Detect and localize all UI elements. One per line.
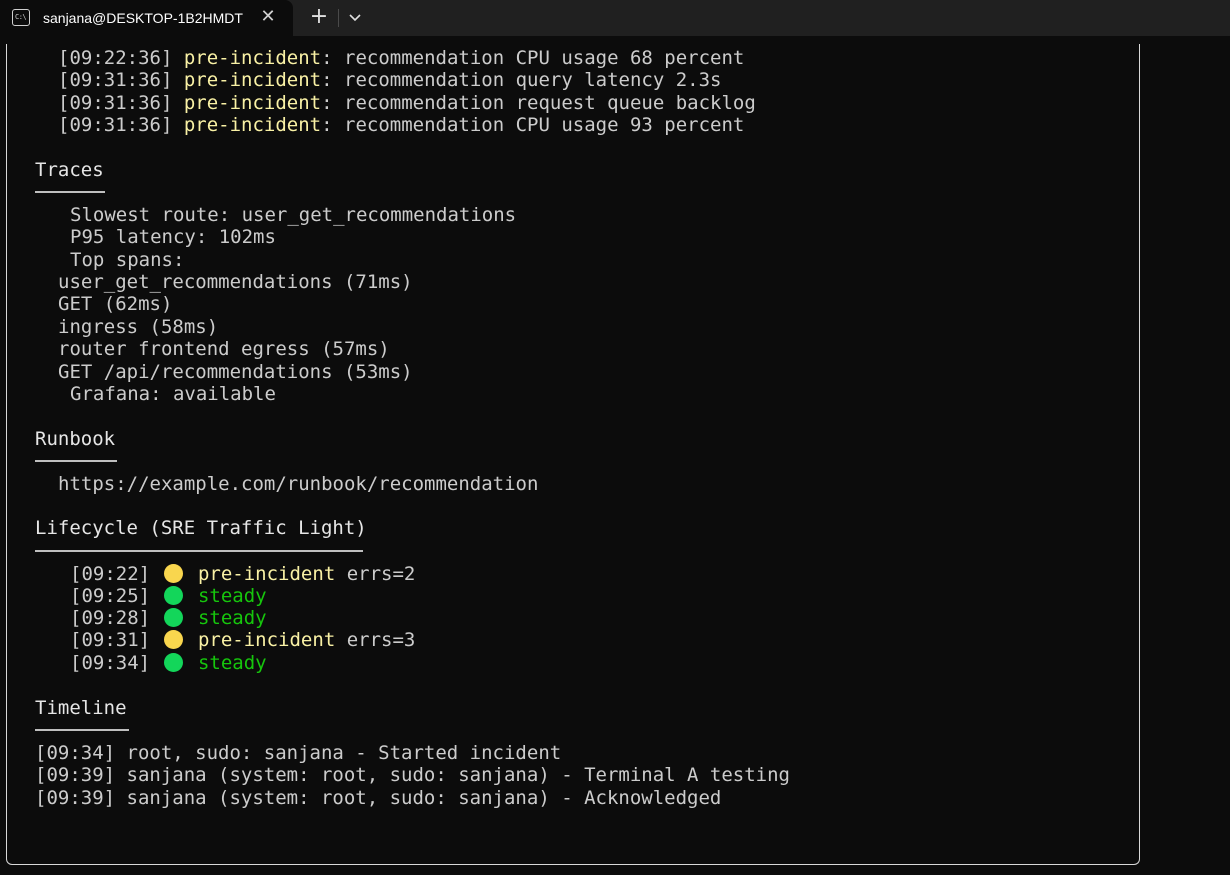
span-item: router frontend egress (57ms)	[58, 338, 390, 360]
lifecycle-entry: [09:25] steady	[70, 585, 267, 607]
grafana-status: Grafana: available	[70, 383, 276, 405]
green-dot-icon	[163, 608, 183, 627]
slowest-route: Slowest route: user_get_recommendations	[70, 204, 517, 226]
tab-title: sanjana@DESKTOP-1B2HMDT	[43, 10, 243, 26]
lifecycle-entry: [09:22] pre-incident errs=2	[70, 563, 416, 585]
log-line: [09:31:36] pre-incident: recommendation …	[58, 114, 745, 136]
timeline-entry: [09:39] sanjana (system: root, sudo: san…	[35, 787, 722, 809]
runbook-underline	[35, 460, 117, 462]
span-item: user_get_recommendations (71ms)	[58, 271, 413, 293]
new-tab-button[interactable]: +	[307, 4, 331, 30]
tab-separator	[338, 9, 339, 27]
timeline-entry: [09:39] sanjana (system: root, sudo: san…	[35, 764, 790, 786]
timeline-underline	[35, 729, 129, 731]
runbook-heading: Runbook	[35, 428, 116, 450]
log-line: [09:31:36] pre-incident: recommendation …	[58, 92, 756, 114]
terminal-tab[interactable]: C:\ sanjana@DESKTOP-1B2HMDT ✕	[0, 0, 293, 36]
lifecycle-heading: Lifecycle (SRE Traffic Light)	[35, 517, 367, 539]
runbook-link[interactable]: https://example.com/runbook/recommendati…	[58, 473, 538, 495]
yellow-dot-icon	[163, 564, 183, 583]
lifecycle-underline	[35, 550, 363, 552]
chevron-down-icon[interactable]	[344, 6, 366, 28]
log-line: [09:22:36] pre-incident: recommendation …	[58, 47, 745, 69]
lifecycle-entry: [09:28] steady	[70, 607, 267, 629]
timeline-entry: [09:34] root, sudo: sanjana - Started in…	[35, 742, 562, 764]
terminal-icon: C:\	[12, 9, 30, 26]
traces-underline	[35, 191, 105, 193]
span-item: GET (62ms)	[58, 293, 173, 315]
green-dot-icon	[163, 586, 183, 605]
span-item: ingress (58ms)	[58, 316, 219, 338]
traces-heading: Traces	[35, 159, 104, 181]
timeline-heading: Timeline	[35, 697, 127, 719]
top-spans-label: Top spans:	[70, 249, 185, 271]
log-line: [09:31:36] pre-incident: recommendation …	[58, 69, 722, 91]
p95-latency: P95 latency: 102ms	[70, 226, 276, 248]
lifecycle-entry: [09:34] steady	[70, 652, 267, 674]
lifecycle-entry: [09:31] pre-incident errs=3	[70, 629, 416, 651]
green-dot-icon	[163, 653, 183, 672]
yellow-dot-icon	[163, 630, 183, 649]
close-tab-button[interactable]: ✕	[257, 6, 279, 28]
span-item: GET /api/recommendations (53ms)	[58, 361, 413, 383]
tab-bar: C:\ sanjana@DESKTOP-1B2HMDT ✕ +	[0, 0, 1230, 36]
